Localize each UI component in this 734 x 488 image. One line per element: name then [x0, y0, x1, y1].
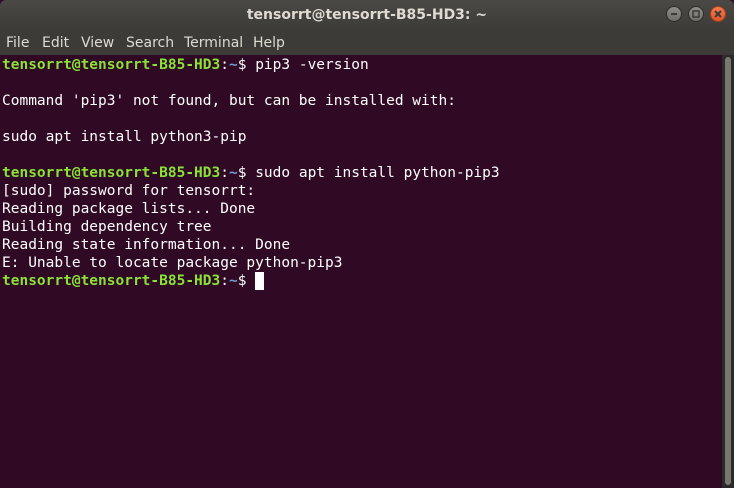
prompt-path: ~	[228, 165, 238, 181]
terminal-output[interactable]: tensorrt@tensorrt-B85-HD3:~$ pip3 -versi…	[0, 55, 722, 488]
scrollbar-thumb[interactable]	[725, 57, 731, 485]
text-cursor	[255, 272, 265, 290]
prompt-dollar: $	[237, 57, 256, 73]
prompt-user: tensorrt@tensorrt-B85-HD3	[2, 57, 221, 73]
prompt-dollar: $	[237, 165, 256, 181]
terminal-line: tensorrt@tensorrt-B85-HD3:~$ sudo apt in…	[2, 164, 500, 182]
prompt-user: tensorrt@tensorrt-B85-HD3	[2, 273, 221, 289]
terminal-line: E: Unable to locate package python-pip3	[2, 255, 343, 271]
title-bar[interactable]: tensorrt@tensorrt-B85-HD3: ~	[0, 0, 734, 31]
close-button[interactable]	[710, 6, 726, 22]
window-title: tensorrt@tensorrt-B85-HD3: ~	[246, 7, 488, 23]
scrollbar[interactable]	[722, 55, 734, 488]
terminal-line: sudo apt install python3-pip	[2, 129, 247, 145]
terminal-line: tensorrt@tensorrt-B85-HD3:~$	[2, 272, 265, 290]
maximize-icon	[692, 10, 700, 18]
menu-terminal[interactable]: Terminal	[184, 31, 243, 55]
terminal-window: tensorrt@tensorrt-B85-HD3: ~ File Edit V…	[0, 0, 734, 488]
menu-file[interactable]: File	[6, 31, 29, 55]
menu-edit[interactable]: Edit	[42, 31, 69, 55]
prompt-path: ~	[228, 273, 238, 289]
maximize-button[interactable]	[688, 6, 704, 22]
minimize-icon	[671, 13, 677, 15]
terminal-line: [sudo] password for tensorrt:	[2, 183, 256, 199]
prompt-colon: :	[220, 273, 229, 289]
terminal-line: Command 'pip3' not found, but can be ins…	[2, 93, 456, 109]
menu-view[interactable]: View	[81, 31, 114, 55]
terminal-line: tensorrt@tensorrt-B85-HD3:~$ pip3 -versi…	[2, 56, 369, 74]
menu-help[interactable]: Help	[253, 31, 285, 55]
prompt-user: tensorrt@tensorrt-B85-HD3	[2, 165, 221, 181]
command-text: sudo apt install python-pip3	[255, 165, 500, 181]
menu-bar: File Edit View Search Terminal Help	[0, 31, 734, 55]
command-text: pip3 -version	[255, 57, 369, 73]
prompt-colon: :	[220, 165, 229, 181]
terminal-line: Reading state information... Done	[2, 237, 291, 253]
terminal-line: Reading package lists... Done	[2, 201, 256, 217]
prompt-dollar: $	[237, 273, 256, 289]
prompt-path: ~	[228, 57, 238, 73]
minimize-button[interactable]	[666, 6, 682, 22]
prompt-colon: :	[220, 57, 229, 73]
terminal-line: Building dependency tree	[2, 219, 212, 235]
menu-search[interactable]: Search	[126, 31, 174, 55]
close-icon	[714, 10, 722, 18]
